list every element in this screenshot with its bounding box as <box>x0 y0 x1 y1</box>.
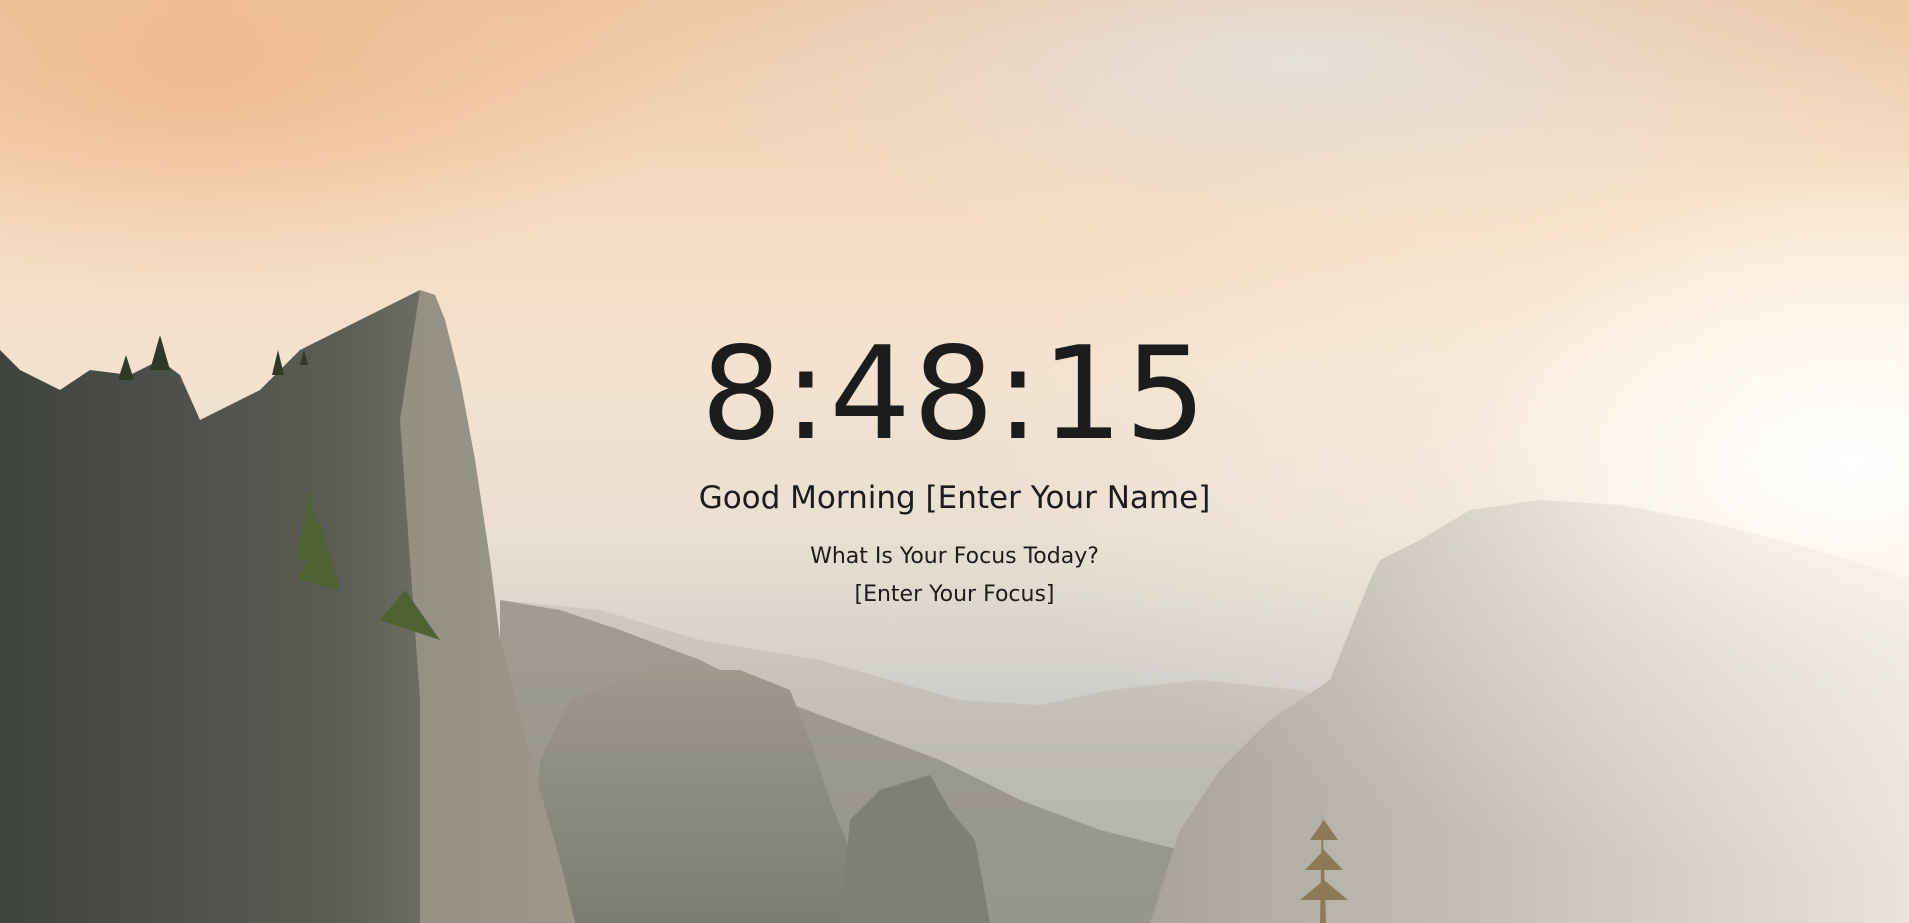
clock: 8:48:15 <box>700 320 1209 469</box>
focus-input-wrapper: [Enter Your Focus] <box>0 580 1909 610</box>
focus-question: What Is Your Focus Today? <box>810 544 1099 569</box>
name-input[interactable]: [Enter Your Name] <box>926 478 1211 518</box>
greeting-salutation: Good Morning <box>698 480 916 516</box>
center-panel: 8:48:15 Good Morning [Enter Your Name] W… <box>0 320 1909 610</box>
greeting: Good Morning [Enter Your Name] <box>0 478 1909 518</box>
momentum-dashboard: 8:48:15 Good Morning [Enter Your Name] W… <box>0 0 1909 923</box>
focus-input[interactable]: [Enter Your Focus] <box>855 580 1055 610</box>
